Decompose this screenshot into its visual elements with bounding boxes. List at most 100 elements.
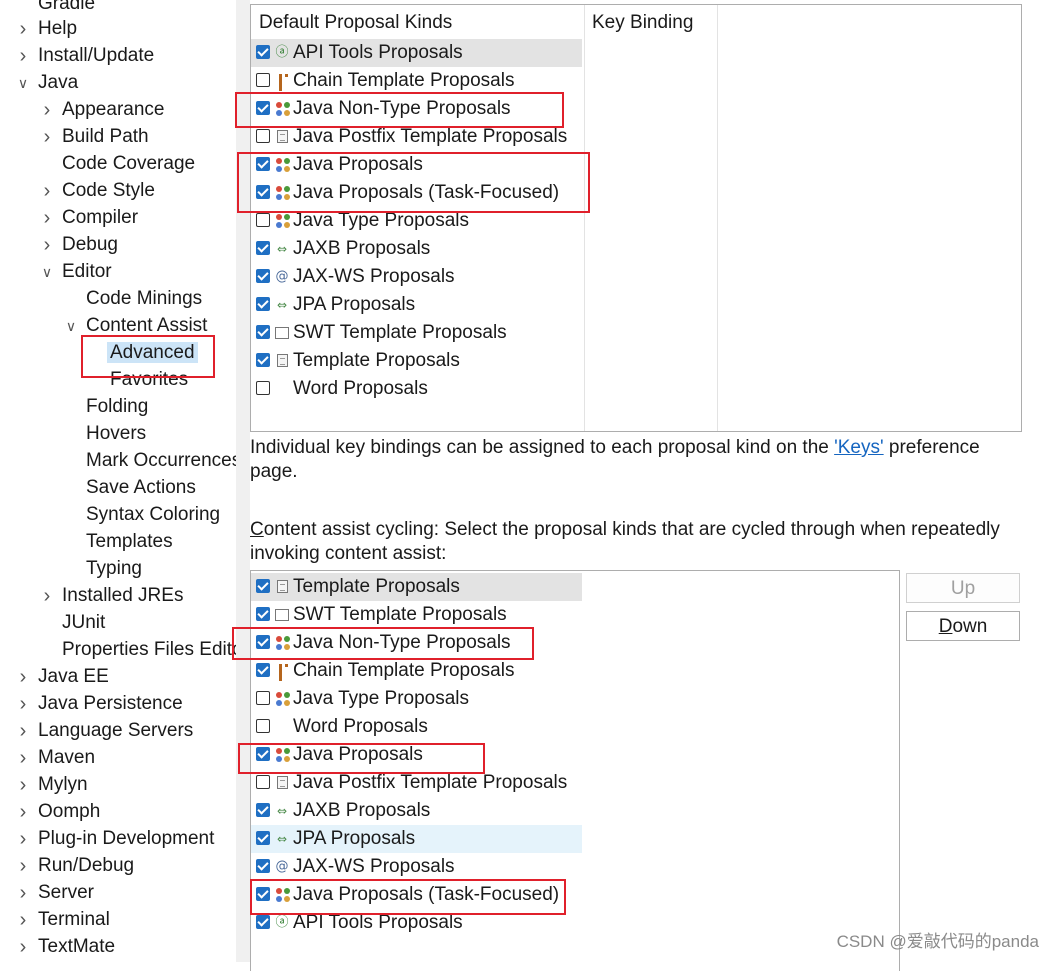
chevron-right-icon[interactable]: › [15,16,31,42]
tree-item-terminal[interactable]: › Terminal [20,907,113,933]
chevron-right-icon[interactable]: › [15,826,31,852]
checkbox[interactable] [256,635,270,649]
chevron-right-icon[interactable]: › [15,880,31,906]
tree-item-installed-jres[interactable]: › Installed JREs [44,583,186,609]
table-row[interactable]: Java Proposals (Task-Focused) [251,881,582,909]
table-row[interactable]: Java Non-Type Proposals [251,629,582,657]
table-row[interactable]: ⓐ API Tools Proposals [251,39,582,67]
table-row[interactable]: Java Type Proposals [251,207,582,235]
tree-item-build-path[interactable]: › Build Path [44,124,152,150]
checkbox[interactable] [256,157,270,171]
checkbox[interactable] [256,213,270,227]
checkbox[interactable] [256,381,270,395]
table-row[interactable]: ⇔ JAXB Proposals [251,797,582,825]
tree-item-server[interactable]: › Server [20,880,97,906]
table-row[interactable]: Java Postfix Template Proposals [251,769,582,797]
checkbox[interactable] [256,607,270,621]
chevron-right-icon[interactable]: › [15,691,31,717]
chevron-right-icon[interactable]: › [39,583,55,609]
tree-item-compiler[interactable]: › Compiler [44,205,141,231]
table-row[interactable]: SWT Template Proposals [251,601,582,629]
chevron-right-icon[interactable]: › [15,853,31,879]
tree-item-textmate[interactable]: › TextMate [20,934,118,960]
tree-item-oomph[interactable]: › Oomph [20,799,103,825]
keys-link[interactable]: 'Keys' [834,437,884,458]
chevron-right-icon[interactable]: › [15,43,31,69]
tree-item-code-style[interactable]: › Code Style [44,178,158,204]
chevron-right-icon[interactable]: › [15,772,31,798]
checkbox[interactable] [256,269,270,283]
tree-item-language-servers[interactable]: › Language Servers [20,718,196,744]
checkbox[interactable] [256,129,270,143]
tree-item-code-coverage[interactable]: Code Coverage [59,151,198,177]
table-row[interactable]: Word Proposals [251,713,582,741]
checkbox[interactable] [256,663,270,677]
chevron-right-icon[interactable]: › [39,232,55,258]
checkbox[interactable] [256,297,270,311]
checkbox[interactable] [256,241,270,255]
tree-item-templates[interactable]: Templates [83,529,176,555]
down-button[interactable]: Down [906,611,1020,641]
table-row[interactable]: ⇔ JPA Proposals [251,291,582,319]
up-button[interactable]: Up [906,573,1020,603]
table-row[interactable]: Chain Template Proposals [251,657,582,685]
checkbox[interactable] [256,747,270,761]
tree-item-hovers[interactable]: Hovers [83,421,149,447]
checkbox[interactable] [256,859,270,873]
tree-item-mylyn[interactable]: › Mylyn [20,772,91,798]
tree-item-syntax-coloring[interactable]: Syntax Coloring [83,502,223,528]
chevron-right-icon[interactable]: › [39,97,55,123]
checkbox[interactable] [256,803,270,817]
table-row[interactable]: Template Proposals [251,573,582,601]
tree-item-plug-in-development[interactable]: › Plug-in Development [20,826,217,852]
tree-item-properties-files-editor[interactable]: Properties Files Editor [59,637,236,663]
table-row[interactable]: Java Proposals [251,151,582,179]
checkbox[interactable] [256,101,270,115]
tree-item-folding[interactable]: Folding [83,394,151,420]
chevron-right-icon[interactable]: › [15,718,31,744]
tree-item-favorites[interactable]: Favorites [107,367,191,393]
sash[interactable] [236,0,250,962]
tree-item-java[interactable]: ∨ Java [18,70,81,96]
table-row[interactable]: ⓐ API Tools Proposals [251,909,582,937]
table-row[interactable]: Template Proposals [251,347,582,375]
tree-item-save-actions[interactable]: Save Actions [83,475,199,501]
checkbox[interactable] [256,73,270,87]
tree-item-run-debug[interactable]: › Run/Debug [20,853,137,879]
chevron-down-icon[interactable]: ∨ [63,313,79,339]
chevron-right-icon[interactable]: › [15,934,31,960]
chevron-right-icon[interactable]: › [15,745,31,771]
chevron-right-icon[interactable]: › [15,907,31,933]
chevron-right-icon[interactable]: › [39,124,55,150]
column-header-key-binding[interactable]: Key Binding [584,5,693,41]
checkbox[interactable] [256,325,270,339]
chevron-right-icon[interactable]: › [15,799,31,825]
checkbox[interactable] [256,915,270,929]
table-row[interactable]: Word Proposals [251,375,582,403]
table-row[interactable]: Java Proposals (Task-Focused) [251,179,582,207]
tree-item-debug[interactable]: › Debug [44,232,121,258]
table-row[interactable]: Java Non-Type Proposals [251,95,582,123]
tree-item-editor[interactable]: ∨ Editor [42,259,115,285]
table-row[interactable]: SWT Template Proposals [251,319,582,347]
tree-item-code-minings[interactable]: Code Minings [83,286,205,312]
tree-item-gradle[interactable]: Gradle [35,0,98,17]
table-row[interactable]: @ JAX-WS Proposals [251,263,582,291]
default-proposal-kinds-table[interactable]: Default Proposal Kinds Key Binding ⓐ API … [250,4,1022,432]
tree-item-java-persistence[interactable]: › Java Persistence [20,691,186,717]
checkbox[interactable] [256,887,270,901]
checkbox[interactable] [256,719,270,733]
table-row[interactable]: Chain Template Proposals [251,67,582,95]
tree-item-java-ee[interactable]: › Java EE [20,664,112,690]
checkbox[interactable] [256,691,270,705]
preference-tree[interactable]: Gradle › Help › Install/Update ∨ Java › Appearan… [0,0,236,962]
checkbox[interactable] [256,185,270,199]
column-header-kinds[interactable]: Default Proposal Kinds [251,5,452,41]
tree-item-content-assist[interactable]: ∨ Content Assist [66,313,210,339]
tree-item-junit[interactable]: JUnit [59,610,108,636]
tree-item-advanced[interactable]: Advanced [107,340,198,366]
chevron-down-icon[interactable]: ∨ [39,259,55,285]
chevron-right-icon[interactable]: › [15,664,31,690]
tree-item-maven[interactable]: › Maven [20,745,98,771]
table-row[interactable]: Java Postfix Template Proposals [251,123,582,151]
